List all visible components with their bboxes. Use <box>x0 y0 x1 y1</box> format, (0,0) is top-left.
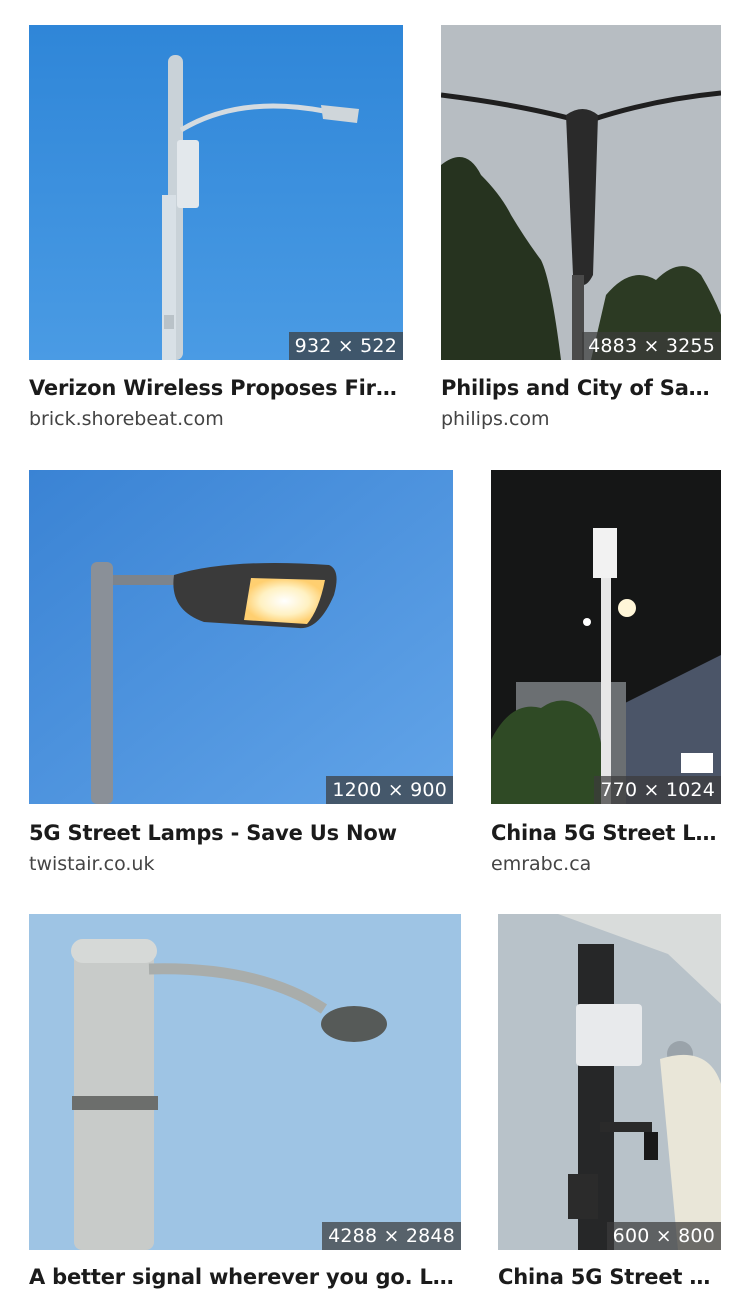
result-thumbnail[interactable]: 932 × 522 <box>29 25 403 360</box>
result-source[interactable]: emrabc.ca <box>491 853 721 875</box>
result-source[interactable]: twistair.co.uk <box>29 853 453 875</box>
result-title[interactable]: China 5G Street Li... <box>491 821 721 845</box>
image-result-card[interactable]: 1200 × 900 5G Street Lamps - Save Us Now… <box>29 470 453 890</box>
result-title[interactable]: China 5G Street Li... <box>498 1265 721 1289</box>
image-dimensions-badge: 4288 × 2848 <box>322 1222 461 1250</box>
street-lamp-image <box>29 470 453 804</box>
5g-pole-night-image <box>491 470 721 804</box>
image-result-card[interactable]: 770 × 1024 China 5G Street Li... emrabc.… <box>491 470 721 890</box>
image-result-card[interactable]: 4288 × 2848 A better signal wherever you… <box>29 914 461 1289</box>
result-title[interactable]: 5G Street Lamps - Save Us Now <box>29 821 453 845</box>
light-pole-image <box>29 914 461 1250</box>
result-thumbnail[interactable]: 600 × 800 <box>498 914 721 1250</box>
image-result-card[interactable]: 932 × 522 Verizon Wireless Proposes Firs… <box>29 25 403 445</box>
result-thumbnail[interactable]: 770 × 1024 <box>491 470 721 804</box>
image-dimensions-badge: 600 × 800 <box>606 1222 721 1250</box>
image-result-card[interactable]: 600 × 800 China 5G Street Li... <box>498 914 721 1289</box>
streetlight-pole-image <box>29 25 403 360</box>
5g-installation-image <box>498 914 721 1250</box>
image-dimensions-badge: 1200 × 900 <box>326 776 453 804</box>
image-dimensions-badge: 770 × 1024 <box>594 776 721 804</box>
result-thumbnail[interactable]: 4883 × 3255 <box>441 25 721 360</box>
image-result-card[interactable]: 4883 × 3255 Philips and City of San J...… <box>441 25 721 445</box>
result-source[interactable]: brick.shorebeat.com <box>29 408 403 430</box>
result-thumbnail[interactable]: 1200 × 900 <box>29 470 453 804</box>
image-dimensions-badge: 932 × 522 <box>288 332 403 360</box>
result-title[interactable]: A better signal wherever you go. Los ... <box>29 1265 461 1289</box>
result-title[interactable]: Philips and City of San J... <box>441 376 721 400</box>
result-thumbnail[interactable]: 4288 × 2848 <box>29 914 461 1250</box>
result-title[interactable]: Verizon Wireless Proposes First ... <box>29 376 403 400</box>
result-source[interactable]: philips.com <box>441 408 721 430</box>
smart-pole-image <box>441 25 721 360</box>
image-dimensions-badge: 4883 × 3255 <box>582 332 721 360</box>
